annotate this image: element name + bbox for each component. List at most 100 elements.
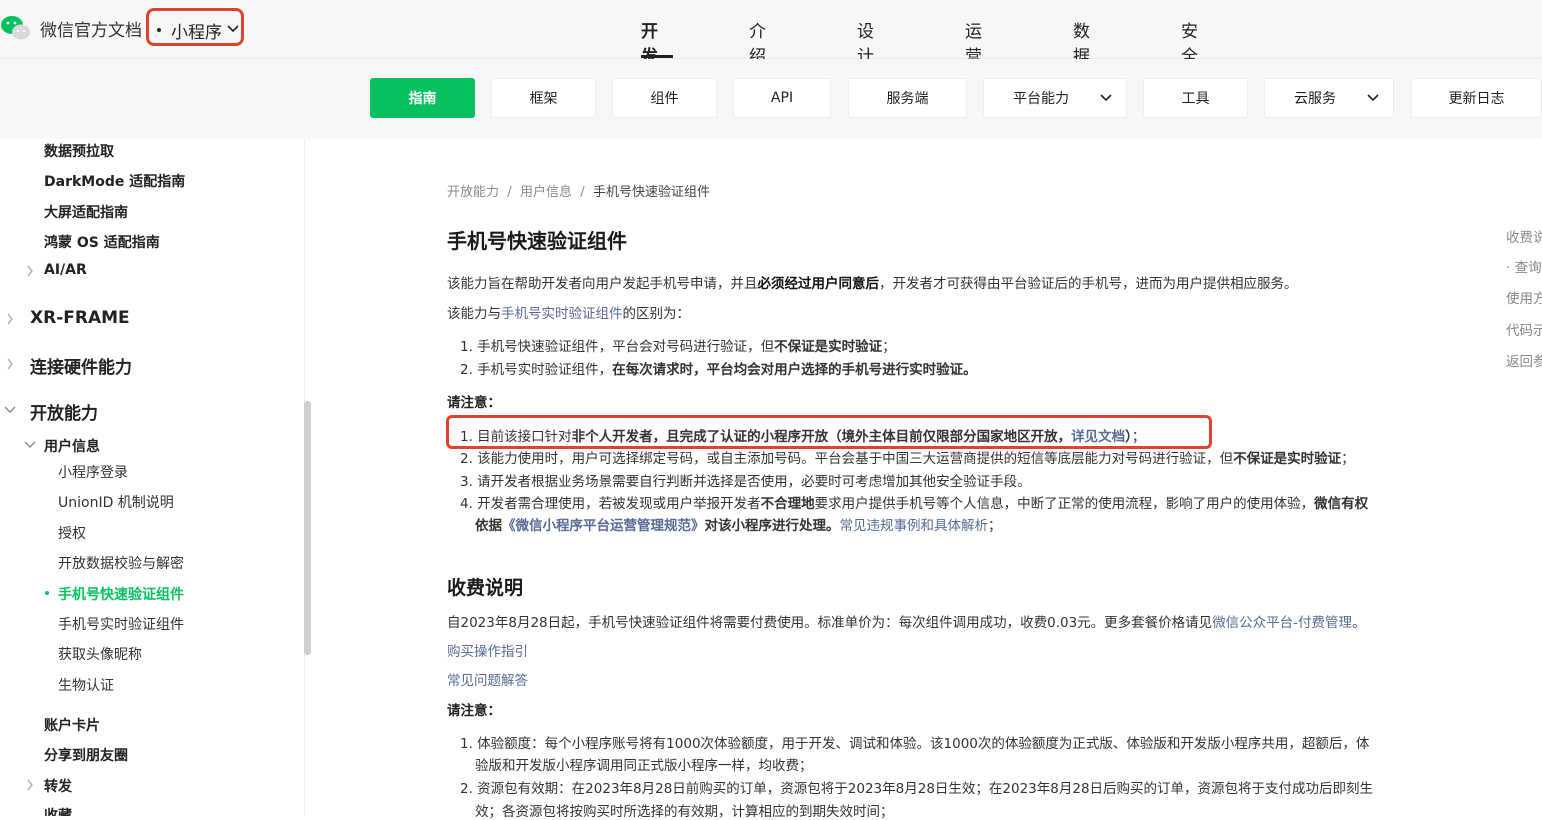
text: ；: [1131, 429, 1146, 445]
sidebar-item-login[interactable]: 小程序登录: [58, 462, 128, 482]
selector-dot: [157, 28, 161, 32]
realtime-verify-link[interactable]: 手机号实时验证组件: [501, 306, 623, 322]
chevron-down-icon: [1100, 94, 1112, 102]
sidebar-item-hardware[interactable]: 连接硬件能力: [30, 353, 132, 378]
wechat-logo-icon[interactable]: [0, 14, 32, 42]
subnav-label: 指南: [408, 91, 437, 107]
subnav-label: 组件: [650, 91, 679, 107]
subnav-platform-capability[interactable]: 平台能力: [983, 78, 1127, 118]
sidebar-item-authorize[interactable]: 授权: [58, 523, 86, 543]
sidebar-item-biometric[interactable]: 生物认证: [58, 675, 114, 695]
sidebar-item-harmony[interactable]: 鸿蒙 OS 适配指南: [44, 232, 160, 252]
text: ；: [988, 518, 1002, 534]
text: 1. 手机号快速验证组件，平台会对号码进行验证，但: [460, 339, 775, 355]
sidebar-item-xr-frame[interactable]: XR-FRAME: [30, 308, 130, 328]
breadcrumb: 开放能力 / 用户信息 / 手机号快速验证组件: [447, 181, 710, 200]
text: 该能力与: [447, 306, 501, 322]
subnav-label: 框架: [529, 91, 558, 107]
see-docs-link[interactable]: 详见文档: [1071, 429, 1125, 445]
bold-text: 必须经过用户同意后: [757, 276, 880, 292]
text: 。: [1352, 615, 1366, 631]
chevron-right-icon[interactable]: [26, 265, 34, 277]
subnav-label: 工具: [1181, 91, 1210, 107]
diff-item-1: 1. 手机号快速验证组件，平台会对号码进行验证，但不保证是实时验证；: [460, 335, 896, 355]
bold-text: 依据: [475, 518, 502, 534]
toc-item[interactable]: 返回参: [1506, 350, 1542, 370]
purchase-guide-link[interactable]: 购买操作指引: [447, 640, 528, 660]
sidebar-item-ai-ar[interactable]: AI/AR: [44, 262, 87, 278]
sidebar-item-phone-quick-verify[interactable]: 手机号快速验证组件: [58, 584, 184, 604]
text: 1. 目前该接口针对: [460, 429, 572, 445]
subnav-label: 云服务: [1294, 91, 1336, 107]
separator-text: /: [507, 185, 512, 200]
active-indicator-dot: [45, 591, 49, 595]
sidebar-scrollbar[interactable]: [304, 401, 311, 655]
sidebar-item-darkmode[interactable]: DarkMode 适配指南: [44, 171, 185, 191]
subnav-changelog[interactable]: 更新日志: [1411, 78, 1542, 118]
note-item-4-line-1: 4. 开发者需合理使用，若被发现或用户举报开发者不合理地要求用户提供手机号等个人…: [460, 492, 1368, 512]
sidebar-item-data-verify[interactable]: 开放数据校验与解密: [58, 553, 184, 573]
sidebar-item-phone-realtime-verify[interactable]: 手机号实时验证组件: [58, 614, 184, 634]
bold-text: 在每次请求时，平台均会对用户选择的手机号进行实时验证。: [612, 362, 977, 378]
sidebar-item-prefetch[interactable]: 数据预拉取: [44, 141, 114, 161]
sidebar-item-avatar-nickname[interactable]: 获取头像昵称: [58, 644, 142, 664]
breadcrumb-link[interactable]: 开放能力: [447, 185, 499, 200]
breadcrumb-separator: /: [503, 185, 516, 200]
site-name[interactable]: 微信官方文档: [40, 16, 142, 41]
breadcrumb-link[interactable]: 用户信息: [520, 185, 572, 200]
toc-item[interactable]: 使用方: [1506, 287, 1542, 307]
note-label: 请注意：: [447, 395, 501, 411]
sidebar: 数据预拉取 DarkMode 适配指南 大屏适配指南 鸿蒙 OS 适配指南 AI…: [0, 139, 305, 816]
sidebar-item-user-info[interactable]: 用户信息: [44, 436, 100, 456]
text: 要求用户提供手机号等个人信息，中断了正常的使用流程，影响了用户的使用体验，: [814, 496, 1315, 512]
intro-paragraph-2: 该能力与手机号实时验证组件的区别为：: [447, 302, 690, 322]
active-nav-underline: [641, 55, 673, 58]
fee-item-2-line-1: 2. 资源包有效期：在2023年8月28日前购买的订单，资源包将于2023年8月…: [460, 781, 1374, 797]
faq-link[interactable]: 常见问题解答: [447, 669, 528, 689]
sidebar-item-forward[interactable]: 转发: [44, 776, 72, 796]
subnav-cloud[interactable]: 云服务: [1264, 78, 1394, 118]
top-header: 微信官方文档 小程序 开发 介绍 设计 运营 数据 安全: [0, 0, 1542, 67]
toc-item[interactable]: 代码示: [1506, 319, 1542, 339]
bold-text: 不保证是实时验证: [774, 339, 883, 355]
chevron-down-icon[interactable]: [24, 441, 36, 449]
toc-item[interactable]: · 查询: [1506, 256, 1542, 276]
text: 4. 开发者需合理使用，若被发现或用户举报开发者: [460, 496, 761, 512]
payment-management-link[interactable]: 微信公众平台-付费管理: [1212, 615, 1352, 631]
chevron-down-icon: [227, 25, 239, 33]
subnav-server[interactable]: 服务端: [848, 78, 967, 118]
chevron-down-icon: [1367, 94, 1379, 102]
fee-note-label: 请注意：: [447, 703, 501, 719]
fee-item-2-line-2: 效；各资源包将按购买时所选择的有效期，计算相应的到期失效时间；: [475, 804, 894, 820]
fee-item-1-line-2: 验版和开发版小程序调用同正式版小程序一样，均收费；: [475, 758, 813, 774]
subnav-label: 更新日志: [1448, 91, 1505, 107]
page-title: 手机号快速验证组件: [447, 229, 627, 253]
subnav-api[interactable]: API: [733, 78, 831, 118]
bold-text: ）: [1125, 429, 1132, 445]
toc-item[interactable]: 收费说: [1506, 226, 1542, 246]
subnav-guide[interactable]: 指南: [370, 78, 475, 118]
sidebar-item-unionid[interactable]: UnionID 机制说明: [58, 492, 174, 512]
subnav-label: 服务端: [886, 91, 929, 107]
sidebar-item-open-capability[interactable]: 开放能力: [30, 399, 98, 424]
chevron-down-icon[interactable]: [4, 406, 16, 414]
text: ；: [882, 339, 896, 355]
chevron-right-icon[interactable]: [26, 779, 34, 791]
diff-item-2: 2. 手机号实时验证组件，在每次请求时，平台均会对用户选择的手机号进行实时验证。: [460, 358, 977, 378]
sidebar-item-large-screen[interactable]: 大屏适配指南: [44, 202, 128, 222]
ops-rules-link[interactable]: 《微信小程序平台运营管理规范》: [502, 518, 705, 534]
subnav-framework[interactable]: 框架: [491, 78, 596, 118]
subnav-component[interactable]: 组件: [612, 78, 717, 118]
note-item-1: 1. 目前该接口针对非个人开发者，且完成了认证的小程序开放（境外主体目前仅限部分…: [460, 425, 1145, 445]
sidebar-item-share-moments[interactable]: 分享到朋友圈: [44, 745, 128, 765]
violation-examples-link[interactable]: 常见违规事例和具体解析: [840, 518, 989, 534]
subnav-tools[interactable]: 工具: [1143, 78, 1248, 118]
product-selector[interactable]: 小程序: [146, 8, 244, 46]
sidebar-item-account-card[interactable]: 账户卡片: [44, 715, 100, 735]
chevron-right-icon[interactable]: [6, 358, 14, 370]
note-item-2: 2. 该能力使用时，用户可选择绑定号码，或自主添加号码。平台会基于中国三大运营商…: [460, 447, 1355, 467]
breadcrumb-separator: /: [576, 185, 589, 200]
text: ，开发者才可获得由平台验证后的手机号，进而为用户提供相应服务。: [879, 276, 1298, 292]
sidebar-item-favorite[interactable]: 收藏: [44, 805, 72, 816]
chevron-right-icon[interactable]: [6, 313, 14, 325]
